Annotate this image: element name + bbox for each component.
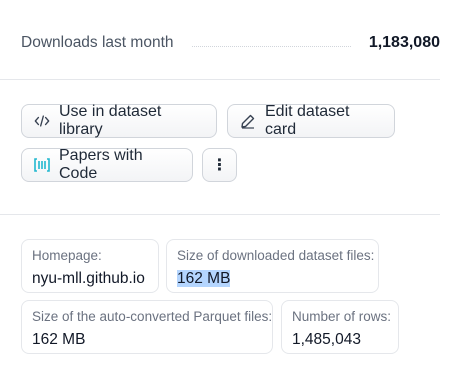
papers-with-code-button[interactable]: Papers with Code [21,147,193,182]
parquet-size-value: 162 MB [32,331,86,348]
downloads-row: Downloads last month 1,183,080 [21,26,440,60]
downloads-count: 1,183,080 [368,34,440,51]
edit-dataset-card-button[interactable]: Edit dataset card [227,103,395,138]
divider-bottom [0,214,440,215]
download-size-card: Size of downloaded dataset files: 162 MB [166,239,379,293]
homepage-card: Homepage: nyu-mll.github.io [21,239,159,293]
parquet-size-card: Size of the auto-converted Parquet files… [21,300,273,354]
downloads-dotted-leader [191,45,351,47]
homepage-label: Homepage: [32,248,102,263]
download-size-label: Size of downloaded dataset files: [177,248,375,263]
dataset-sidebar-panel: Downloads last month 1,183,080 Use in da… [0,0,474,385]
pencil-icon [240,113,256,129]
download-size-value: 162 MB [177,270,231,287]
use-in-dataset-library-button[interactable]: Use in dataset library [21,103,217,138]
papers-with-code-label: Papers with Code [59,147,143,182]
more-vertical-icon: ⋮ [211,157,228,174]
edit-dataset-card-label: Edit dataset card [265,103,350,138]
rows-value: 1,485,043 [292,331,361,348]
downloads-label: Downloads last month [21,34,174,51]
papers-with-code-icon [34,157,50,173]
use-in-dataset-library-label: Use in dataset library [59,103,162,138]
rows-label: Number of rows: [292,309,392,324]
homepage-link[interactable]: nyu-mll.github.io [32,269,148,289]
rows-card: Number of rows: 1,485,043 [281,300,399,354]
code-icon [34,113,50,129]
parquet-size-label: Size of the auto-converted Parquet files… [32,309,273,324]
divider-top [0,79,440,80]
more-options-button[interactable]: ⋮ [202,148,237,182]
